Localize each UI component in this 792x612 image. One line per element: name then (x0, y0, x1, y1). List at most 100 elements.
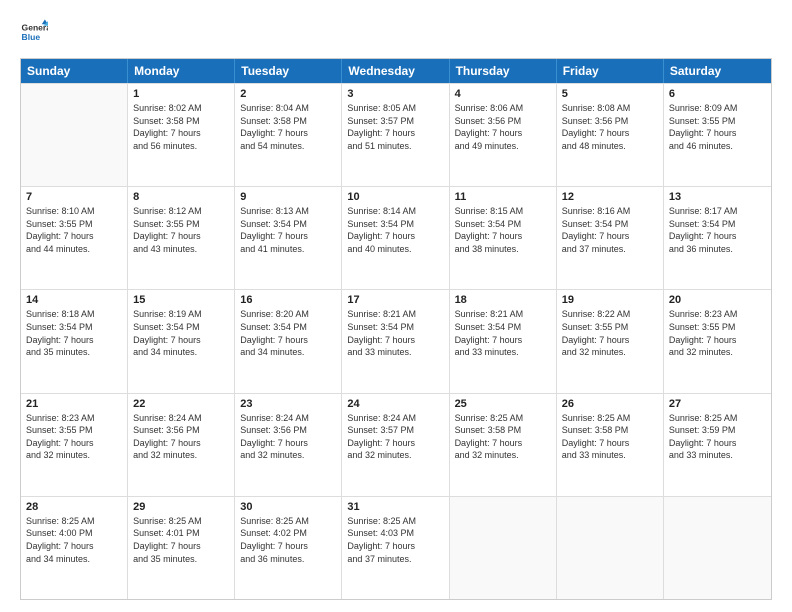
cell-text-line: Sunset: 3:55 PM (133, 218, 229, 231)
day-number: 9 (240, 191, 336, 203)
calendar-header: SundayMondayTuesdayWednesdayThursdayFrid… (21, 59, 771, 83)
cell-text-line: Sunset: 3:54 PM (347, 321, 443, 334)
calendar-header-cell: Saturday (664, 59, 771, 83)
cell-text-line: Daylight: 7 hours (26, 540, 122, 553)
cell-text-line: Sunrise: 8:23 AM (669, 308, 766, 321)
cell-text-line: Sunset: 3:55 PM (562, 321, 658, 334)
cell-text-line: Daylight: 7 hours (133, 127, 229, 140)
cell-text-line: and 46 minutes. (669, 140, 766, 153)
cell-text-line: and 40 minutes. (347, 243, 443, 256)
cell-text-line: and 51 minutes. (347, 140, 443, 153)
cell-text-line: Sunset: 3:58 PM (455, 424, 551, 437)
day-number: 10 (347, 191, 443, 203)
cell-text-line: Daylight: 7 hours (240, 127, 336, 140)
calendar-cell: 14Sunrise: 8:18 AMSunset: 3:54 PMDayligh… (21, 290, 128, 392)
cell-text-line: Sunset: 3:54 PM (240, 218, 336, 231)
day-number: 31 (347, 501, 443, 513)
cell-text-line: and 33 minutes. (347, 346, 443, 359)
day-number: 23 (240, 398, 336, 410)
calendar-cell: 11Sunrise: 8:15 AMSunset: 3:54 PMDayligh… (450, 187, 557, 289)
cell-text-line: Daylight: 7 hours (240, 437, 336, 450)
calendar-cell: 15Sunrise: 8:19 AMSunset: 3:54 PMDayligh… (128, 290, 235, 392)
calendar-header-cell: Tuesday (235, 59, 342, 83)
cell-text-line: Sunset: 3:56 PM (562, 115, 658, 128)
cell-text-line: Sunrise: 8:21 AM (455, 308, 551, 321)
day-number: 20 (669, 294, 766, 306)
cell-text-line: Sunrise: 8:25 AM (669, 412, 766, 425)
cell-text-line: Sunset: 3:54 PM (562, 218, 658, 231)
cell-text-line: Daylight: 7 hours (26, 230, 122, 243)
calendar-header-cell: Monday (128, 59, 235, 83)
calendar-cell: 3Sunrise: 8:05 AMSunset: 3:57 PMDaylight… (342, 84, 449, 186)
day-number: 7 (26, 191, 122, 203)
cell-text-line: Sunset: 3:58 PM (240, 115, 336, 128)
cell-text-line: and 32 minutes. (347, 449, 443, 462)
calendar-cell: 16Sunrise: 8:20 AMSunset: 3:54 PMDayligh… (235, 290, 342, 392)
cell-text-line: and 33 minutes. (669, 449, 766, 462)
calendar-cell: 22Sunrise: 8:24 AMSunset: 3:56 PMDayligh… (128, 394, 235, 496)
cell-text-line: Sunset: 3:54 PM (347, 218, 443, 231)
cell-text-line: Daylight: 7 hours (347, 437, 443, 450)
calendar-cell: 23Sunrise: 8:24 AMSunset: 3:56 PMDayligh… (235, 394, 342, 496)
calendar-cell: 6Sunrise: 8:09 AMSunset: 3:55 PMDaylight… (664, 84, 771, 186)
day-number: 5 (562, 88, 658, 100)
cell-text-line: Sunrise: 8:04 AM (240, 102, 336, 115)
day-number: 19 (562, 294, 658, 306)
calendar-cell (450, 497, 557, 599)
cell-text-line: and 43 minutes. (133, 243, 229, 256)
cell-text-line: Sunrise: 8:21 AM (347, 308, 443, 321)
cell-text-line: Daylight: 7 hours (133, 230, 229, 243)
cell-text-line: and 34 minutes. (133, 346, 229, 359)
cell-text-line: Daylight: 7 hours (347, 334, 443, 347)
cell-text-line: and 32 minutes. (562, 346, 658, 359)
cell-text-line: Sunrise: 8:25 AM (26, 515, 122, 528)
cell-text-line: Sunrise: 8:24 AM (133, 412, 229, 425)
cell-text-line: Sunrise: 8:25 AM (562, 412, 658, 425)
cell-text-line: Sunset: 3:54 PM (26, 321, 122, 334)
day-number: 8 (133, 191, 229, 203)
cell-text-line: Sunset: 3:55 PM (26, 218, 122, 231)
logo: General Blue (20, 18, 52, 46)
cell-text-line: Sunrise: 8:25 AM (347, 515, 443, 528)
cell-text-line: and 56 minutes. (133, 140, 229, 153)
calendar-cell: 20 Sunrise: 8:23 AMSunset: 3:55 PMDayligh… (664, 290, 771, 392)
cell-text-line: Sunset: 3:54 PM (455, 321, 551, 334)
cell-text-line: Daylight: 7 hours (669, 334, 766, 347)
calendar-cell: 10Sunrise: 8:14 AMSunset: 3:54 PMDayligh… (342, 187, 449, 289)
page: General Blue SundayMondayTuesdayWednesda… (0, 0, 792, 612)
cell-text-line: Sunrise: 8:24 AM (347, 412, 443, 425)
cell-text-line: Sunset: 4:01 PM (133, 527, 229, 540)
day-number: 14 (26, 294, 122, 306)
cell-text-line: Sunrise: 8:10 AM (26, 205, 122, 218)
cell-text-line: Sunrise: 8:14 AM (347, 205, 443, 218)
calendar-cell: 29Sunrise: 8:25 AMSunset: 4:01 PMDayligh… (128, 497, 235, 599)
day-number: 6 (669, 88, 766, 100)
calendar-cell: 18Sunrise: 8:21 AMSunset: 3:54 PMDayligh… (450, 290, 557, 392)
calendar-cell: 13Sunrise: 8:17 AMSunset: 3:54 PMDayligh… (664, 187, 771, 289)
day-number: 18 (455, 294, 551, 306)
day-number: 25 (455, 398, 551, 410)
calendar-cell: 9Sunrise: 8:13 AMSunset: 3:54 PMDaylight… (235, 187, 342, 289)
cell-text-line: and 33 minutes. (562, 449, 658, 462)
day-number: 12 (562, 191, 658, 203)
day-number: 29 (133, 501, 229, 513)
calendar-header-cell: Thursday (450, 59, 557, 83)
cell-text-line: Sunset: 3:55 PM (669, 321, 766, 334)
cell-text-line: and 37 minutes. (562, 243, 658, 256)
cell-text-line: Sunset: 3:54 PM (455, 218, 551, 231)
calendar-cell: 28Sunrise: 8:25 AMSunset: 4:00 PMDayligh… (21, 497, 128, 599)
cell-text-line: Sunset: 4:00 PM (26, 527, 122, 540)
calendar-cell: 26Sunrise: 8:25 AMSunset: 3:58 PMDayligh… (557, 394, 664, 496)
calendar-header-cell: Friday (557, 59, 664, 83)
cell-text-line: and 33 minutes. (455, 346, 551, 359)
cell-text-line: Sunrise: 8:16 AM (562, 205, 658, 218)
cell-text-line: Sunrise: 8:23 AM (26, 412, 122, 425)
cell-text-line: Daylight: 7 hours (133, 540, 229, 553)
cell-text-line: Sunrise: 8:19 AM (133, 308, 229, 321)
calendar-row: 21Sunrise: 8:23 AMSunset: 3:55 PMDayligh… (21, 393, 771, 496)
calendar-body: 1Sunrise: 8:02 AMSunset: 3:58 PMDaylight… (21, 83, 771, 599)
cell-text-line: Sunrise: 8:20 AM (240, 308, 336, 321)
cell-text-line: Daylight: 7 hours (669, 127, 766, 140)
day-number: 1 (133, 88, 229, 100)
calendar-cell: 17Sunrise: 8:21 AMSunset: 3:54 PMDayligh… (342, 290, 449, 392)
